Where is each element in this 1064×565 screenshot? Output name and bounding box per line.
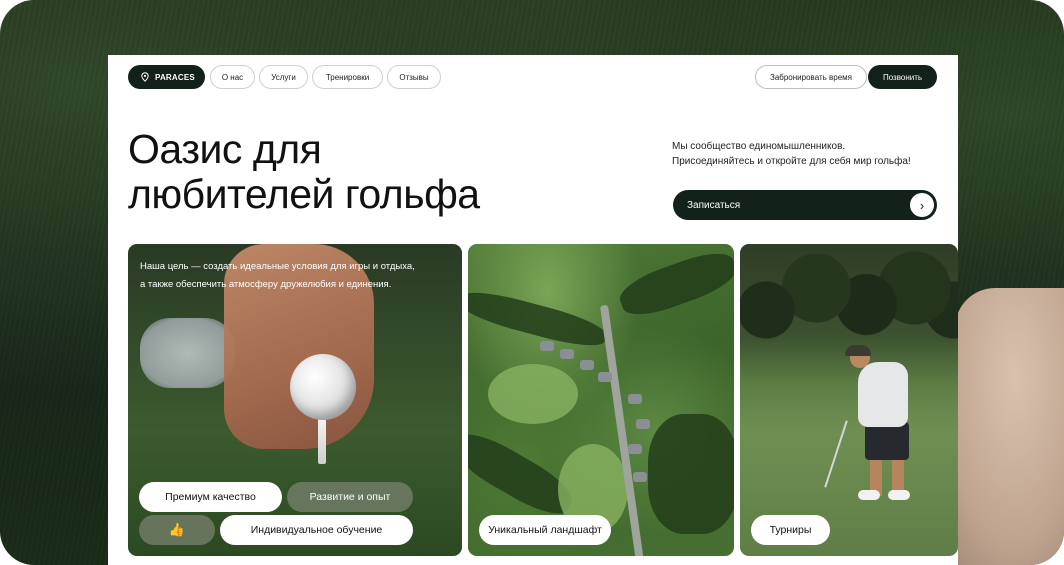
background-frame: PARACES О нас Услуги Тренировки Отзывы З… bbox=[0, 0, 1064, 565]
tee-image bbox=[318, 419, 326, 464]
house bbox=[628, 444, 642, 454]
card-1-text-line-1: Наша цель — создать идеальные условия дл… bbox=[140, 261, 415, 272]
card-1-text-line-2: а также обеспечить атмосферу дружелюбия … bbox=[140, 279, 392, 290]
book-time-button[interactable]: Забронировать время bbox=[755, 65, 867, 89]
location-pin-icon bbox=[141, 72, 149, 82]
house bbox=[628, 394, 642, 404]
arrow-right-icon: › bbox=[910, 193, 934, 217]
golf-ball-image bbox=[290, 354, 356, 420]
call-button[interactable]: Позвонить bbox=[868, 65, 937, 89]
hero-title-line-1: Оазис для bbox=[128, 126, 322, 172]
chip-individual-training[interactable]: Индивидуальное обучение bbox=[220, 515, 413, 545]
golfer-shorts bbox=[865, 422, 909, 460]
fairway bbox=[488, 364, 578, 424]
tree-line bbox=[614, 244, 734, 324]
sand-bunker-image bbox=[955, 288, 1064, 565]
trees-image bbox=[740, 244, 958, 354]
nav-item-about[interactable]: О нас bbox=[210, 65, 255, 89]
chip-unique-landscape[interactable]: Уникальный ландшафт bbox=[479, 515, 611, 545]
golf-club-image bbox=[824, 420, 848, 488]
logo[interactable]: PARACES bbox=[128, 65, 205, 89]
hero-desc-line-1: Мы сообщество единомышленников. bbox=[672, 141, 846, 152]
shoe-image bbox=[140, 318, 235, 388]
house bbox=[540, 341, 554, 351]
chip-development[interactable]: Развитие и опыт bbox=[287, 482, 413, 512]
house bbox=[598, 372, 612, 382]
nav-item-services[interactable]: Услуги bbox=[259, 65, 308, 89]
chip-premium-quality[interactable]: Премиум качество bbox=[139, 482, 282, 512]
logo-text: PARACES bbox=[155, 72, 195, 82]
chip-tournaments[interactable]: Турниры bbox=[751, 515, 830, 545]
golfer-shoe bbox=[858, 490, 880, 500]
card-golf-ball[interactable]: Наша цель — создать идеальные условия дл… bbox=[128, 244, 462, 556]
hero-desc-line-2: Присоединяйтесь и откройте для себя мир … bbox=[672, 156, 911, 167]
nav-item-reviews[interactable]: Отзывы bbox=[387, 65, 441, 89]
house bbox=[636, 419, 650, 429]
hero-title-line-2: любителей гольфа bbox=[128, 171, 480, 217]
golfer-image bbox=[858, 362, 908, 427]
main-nav: О нас Услуги Тренировки Отзывы bbox=[210, 65, 441, 89]
site-header: PARACES О нас Услуги Тренировки Отзывы З… bbox=[108, 55, 958, 97]
hero-title: Оазис для любителей гольфа bbox=[128, 127, 568, 217]
nav-item-trainings[interactable]: Тренировки bbox=[312, 65, 383, 89]
hero-description: Мы сообщество единомышленников. Присоеди… bbox=[672, 139, 962, 169]
tree-line bbox=[648, 414, 734, 534]
house bbox=[633, 472, 647, 482]
thumbs-up-icon[interactable]: 👍 bbox=[139, 515, 215, 545]
signup-label: Записаться bbox=[687, 199, 741, 211]
house bbox=[580, 360, 594, 370]
card-1-description: Наша цель — создать идеальные условия дл… bbox=[140, 258, 458, 294]
golfer-cap bbox=[845, 345, 871, 356]
signup-button[interactable]: Записаться › bbox=[673, 190, 937, 220]
website-preview: PARACES О нас Услуги Тренировки Отзывы З… bbox=[108, 55, 958, 565]
house bbox=[560, 349, 574, 359]
card-tournaments[interactable]: Турниры bbox=[740, 244, 958, 556]
golfer-shoe bbox=[888, 490, 910, 500]
tree-line bbox=[468, 285, 610, 353]
card-landscape[interactable]: Уникальный ландшафт bbox=[468, 244, 734, 556]
